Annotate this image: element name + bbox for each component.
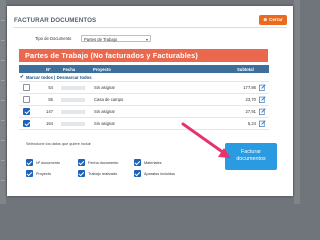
- row-date-redacted: [61, 97, 85, 102]
- close-icon: ⊗: [263, 17, 268, 22]
- mark-all-links[interactable]: Marcar todos | Desmarcar todos: [26, 75, 92, 80]
- option-label: Materiales: [144, 160, 162, 165]
- document-type-value: Partes de Trabajo: [84, 37, 118, 42]
- column-header-date: Fecha: [63, 66, 76, 72]
- row-project: Sin asignar: [94, 121, 115, 126]
- modal-header: FACTURAR DOCUMENTOS ⊗ Cerrar: [13, 15, 287, 28]
- edit-icon[interactable]: [259, 96, 266, 103]
- option-checkbox[interactable]: [134, 159, 141, 166]
- option-checkbox[interactable]: [134, 170, 141, 177]
- option-checkbox[interactable]: [78, 170, 85, 177]
- option-label: Proyecto: [36, 171, 51, 176]
- edit-icon[interactable]: [259, 120, 266, 127]
- background-left-panel: [0, 0, 6, 204]
- column-header-number: Nº: [46, 66, 51, 72]
- option-label: Trabajo realizado: [88, 171, 118, 176]
- table-row: 147 Sin asignar 27,91: [19, 106, 269, 118]
- row-subtotal: 177,86: [243, 85, 256, 90]
- row-checkbox[interactable]: [23, 96, 30, 103]
- invoice-button-line2: documentos: [236, 156, 266, 162]
- table-header: Nº Fecha Proyecto Subtotal: [19, 65, 269, 73]
- option-label: Nº documento: [36, 160, 60, 165]
- column-header-subtotal: Subtotal: [237, 66, 254, 72]
- column-header-project: Proyecto: [93, 66, 111, 72]
- row-date-redacted: [61, 109, 85, 114]
- row-checkbox[interactable]: [23, 108, 30, 115]
- option-label: Fecha documento: [88, 160, 119, 165]
- checklist-icon: ✔: [20, 74, 24, 79]
- table-row: 55 Casa de campo 23,70: [19, 94, 269, 106]
- table-row: 54 Sin asignar 177,86: [19, 82, 269, 94]
- row-subtotal: 5,24: [247, 121, 256, 126]
- table-row: 164 Sin asignar 5,24: [19, 118, 269, 130]
- row-project: Casa de campo: [94, 97, 124, 102]
- option-checkbox[interactable]: [26, 159, 33, 166]
- document-type-label: Tipo de Documento: [35, 36, 72, 41]
- include-options-hint: Seleccione los datos que quiere incluir: [26, 142, 91, 146]
- row-project: Sin asignar: [94, 85, 115, 90]
- close-button[interactable]: ⊗ Cerrar: [259, 15, 287, 25]
- invoice-button-line1: Facturar: [240, 149, 262, 155]
- row-subtotal: 23,70: [245, 97, 256, 102]
- edit-icon[interactable]: [259, 84, 266, 91]
- row-checkbox[interactable]: [23, 120, 30, 127]
- edit-icon[interactable]: [259, 108, 266, 115]
- include-options: Seleccione los datos que quiere incluir …: [26, 142, 196, 188]
- modal-title: FACTURAR DOCUMENTOS: [14, 17, 97, 24]
- document-type-select[interactable]: Partes de Trabajo ▾: [81, 35, 151, 42]
- row-number: 164: [46, 121, 53, 126]
- documents-table: Nº Fecha Proyecto Subtotal ✔ Marcar todo…: [19, 65, 269, 130]
- row-date-redacted: [61, 85, 85, 90]
- invoice-documents-button[interactable]: Facturar documentos: [225, 143, 277, 170]
- row-checkbox[interactable]: [23, 84, 30, 91]
- row-date-redacted: [61, 121, 85, 126]
- background-right-panel: [294, 0, 300, 204]
- row-number: 147: [46, 109, 53, 114]
- row-subtotal: 27,91: [245, 109, 256, 114]
- close-button-label: Cerrar: [269, 17, 283, 22]
- row-number: 54: [48, 85, 53, 90]
- option-label: Aparatos incluidos: [144, 171, 176, 176]
- chevron-down-icon: ▾: [145, 37, 148, 42]
- option-checkbox[interactable]: [26, 170, 33, 177]
- option-checkbox[interactable]: [78, 159, 85, 166]
- section-banner: Partes de Trabajo (No facturados y Factu…: [19, 49, 268, 62]
- row-project: Sin asignar: [94, 109, 115, 114]
- row-number: 55: [48, 97, 53, 102]
- select-all-bar: ✔ Marcar todos | Desmarcar todos: [19, 73, 269, 82]
